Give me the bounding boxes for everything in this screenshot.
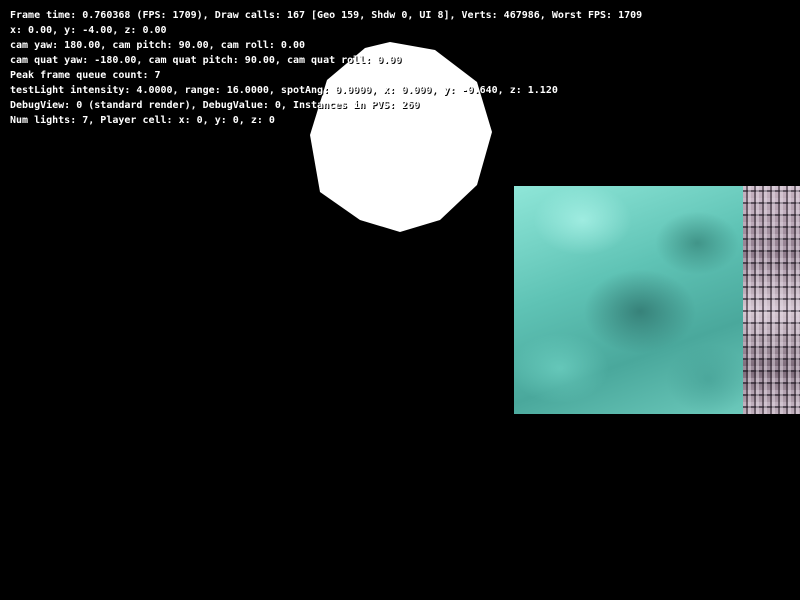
cloud-textured-quad [514, 186, 743, 414]
test-light-line: testLight intensity: 4.0000, range: 16.0… [10, 85, 558, 96]
debug-view-line: DebugView: 0 (standard render), DebugVal… [10, 100, 420, 111]
debug-overlay: Frame time: 0.760368 (FPS: 1709), Draw c… [10, 8, 642, 128]
lights-cell-line: Num lights: 7, Player cell: x: 0, y: 0, … [10, 115, 275, 126]
frame-stats-line: Frame time: 0.760368 (FPS: 1709), Draw c… [10, 10, 643, 21]
tech-textured-quad [743, 186, 800, 414]
frame-queue-line: Peak frame queue count: 7 [10, 70, 161, 81]
camera-angles-line: cam yaw: 180.00, cam pitch: 90.00, cam r… [10, 40, 306, 51]
position-line: x: 0.00, y: -4.00, z: 0.00 [10, 25, 167, 36]
camera-quat-line: cam quat yaw: -180.00, cam quat pitch: 9… [10, 55, 402, 66]
